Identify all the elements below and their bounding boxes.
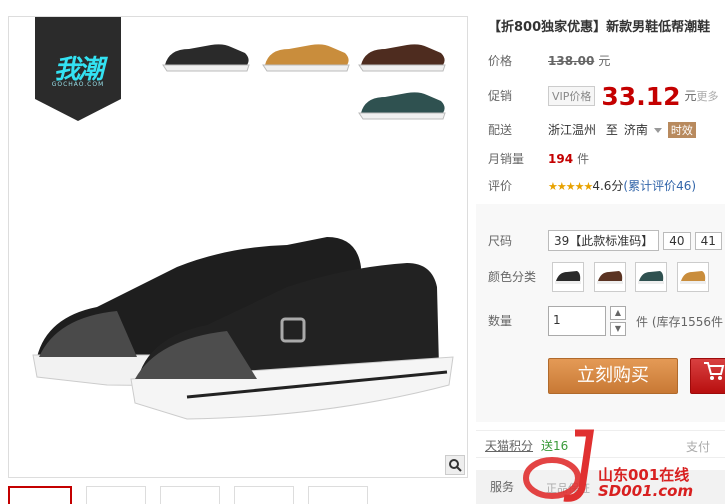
- product-info: 【折800独家优惠】新款男鞋低帮潮鞋 价格 138.00 元 促销 VIP价格 33.1…: [476, 0, 725, 504]
- quantity-row: 数量 1 ▲ ▼ 件 (库存1556件: [488, 306, 723, 336]
- stock-text: 件 (库存1556件: [636, 314, 724, 329]
- size-option-40[interactable]: 40: [663, 232, 691, 250]
- vip-price-badge: VIP价格: [548, 86, 596, 106]
- monthly-sales-label: 月销量: [488, 152, 525, 166]
- rating-score: 4.6分: [592, 179, 624, 193]
- service-label: 服务: [490, 480, 515, 494]
- shipping-label: 配送: [488, 123, 513, 137]
- variant-preview-tan: [262, 44, 350, 72]
- rating-row: 评价 ★★★★★4.6分(累计评价46): [488, 177, 696, 194]
- quantity-label: 数量: [488, 313, 513, 328]
- variant-preview-green: [358, 92, 446, 120]
- pay-label: 支付: [686, 440, 711, 454]
- size-row: 尺码 39【此款标准码】 40 41: [488, 230, 725, 251]
- promo-unit: 元: [684, 89, 697, 103]
- promo-price: 33.12: [601, 82, 681, 111]
- rating-count-link[interactable]: (累计评价46): [623, 179, 696, 193]
- product-gallery: 我潮 GOCHAO.COM: [8, 16, 468, 478]
- qty-up-button[interactable]: ▲: [610, 306, 626, 320]
- price-row: 价格 138.00 元: [488, 52, 610, 69]
- thumbnail-4[interactable]: [234, 486, 294, 504]
- ship-from: 浙江温州: [548, 123, 597, 137]
- rating-label: 评价: [488, 179, 513, 193]
- quantity-input[interactable]: 1: [548, 306, 606, 336]
- price-unit: 元: [598, 54, 611, 68]
- brand-logo-sub: GOCHAO.COM: [51, 81, 105, 88]
- points-value: 送16: [541, 439, 569, 453]
- variant-preview-black: [162, 44, 250, 72]
- thumbnail-5[interactable]: [308, 486, 368, 504]
- price-label: 价格: [488, 54, 513, 68]
- color-label: 颜色分类: [488, 269, 537, 284]
- monthly-sales-value: 194: [548, 152, 574, 166]
- qty-down-button[interactable]: ▼: [610, 322, 626, 336]
- promo-row: 促销 VIP价格 33.12 元更多: [488, 82, 719, 111]
- promo-label: 促销: [488, 89, 513, 103]
- ship-to-select[interactable]: 济南: [624, 123, 648, 137]
- quantity-stepper[interactable]: ▲ ▼: [610, 306, 626, 336]
- time-badge: 时效: [667, 122, 696, 138]
- variant-preview-brown: [358, 44, 446, 72]
- thumbnail-2[interactable]: [86, 486, 146, 504]
- chevron-down-icon[interactable]: [653, 128, 662, 133]
- brand-logo: 我潮 GOCHAO.COM: [35, 17, 121, 121]
- sales-unit: 件: [577, 152, 590, 166]
- points-row: 天猫积分 送16 支付: [476, 430, 725, 458]
- zoom-icon[interactable]: [445, 455, 465, 475]
- points-label[interactable]: 天猫积分: [485, 439, 533, 453]
- color-option-green[interactable]: [635, 262, 668, 292]
- more-link[interactable]: 更多: [697, 90, 719, 103]
- color-option-black[interactable]: [551, 262, 584, 292]
- ship-to-word: 至: [605, 123, 618, 137]
- service-row: 服务 正品保证: [476, 470, 725, 504]
- color-option-brown[interactable]: [593, 262, 626, 292]
- service-sub: 正品保证: [546, 482, 590, 495]
- main-product-image: [32, 237, 454, 420]
- product-title: 【折800独家优惠】新款男鞋低帮潮鞋: [488, 20, 711, 35]
- size-option-39[interactable]: 39【此款标准码】: [548, 230, 660, 251]
- color-row: 颜色分类: [488, 262, 715, 292]
- thumbnail-strip: [8, 486, 368, 504]
- buy-now-button[interactable]: 立刻购买: [548, 358, 678, 394]
- add-to-cart-button[interactable]: [690, 358, 725, 394]
- shipping-row: 配送 浙江温州 至济南 时效: [488, 121, 696, 138]
- thumbnail-1[interactable]: [8, 486, 72, 504]
- thumbnail-3[interactable]: [160, 486, 220, 504]
- color-option-tan[interactable]: [677, 262, 710, 292]
- rating-stars: ★★★★★: [548, 180, 593, 193]
- sales-row: 月销量 194 件: [488, 150, 589, 167]
- size-label: 尺码: [488, 234, 513, 248]
- size-option-41[interactable]: 41: [694, 232, 722, 250]
- original-price: 138.00: [548, 54, 595, 68]
- cart-icon: [703, 362, 725, 386]
